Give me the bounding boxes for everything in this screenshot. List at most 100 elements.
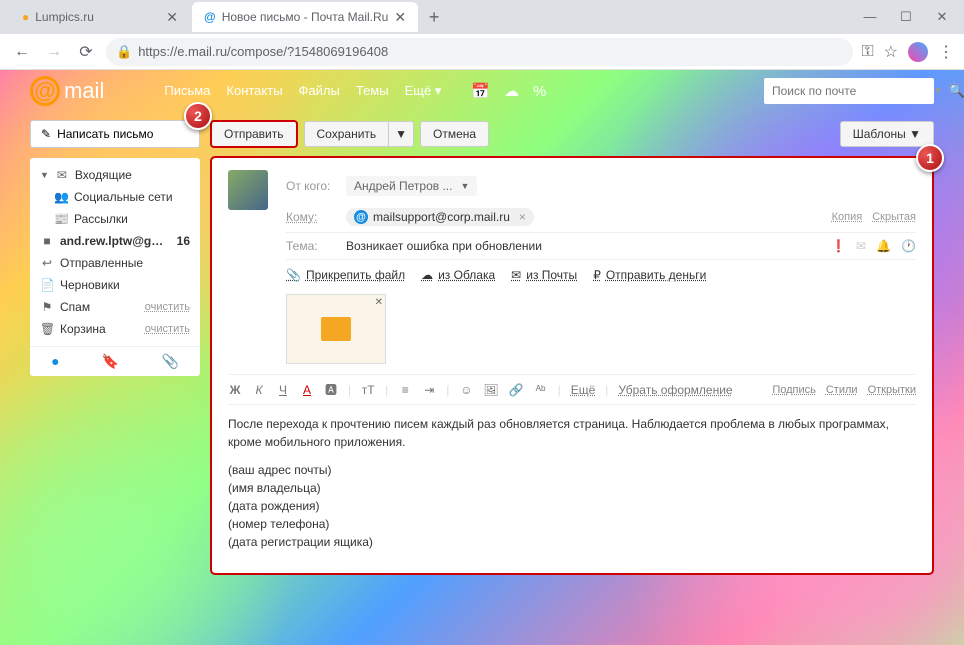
sent-icon: ↩ (40, 256, 54, 270)
folder-drafts[interactable]: 📄 Черновики (30, 274, 200, 296)
send-button[interactable]: Отправить (210, 120, 298, 148)
flagged-filter[interactable]: 🔖 (102, 353, 119, 370)
italic-button[interactable]: К (252, 383, 266, 397)
sender-avatar (228, 170, 268, 210)
calendar-icon[interactable]: 📅 (471, 82, 490, 100)
reload-button[interactable]: ⟳ (74, 40, 98, 64)
nav-contacts[interactable]: Контакты (226, 83, 282, 99)
folder-trash[interactable]: 🗑 Корзина очистить (30, 318, 200, 340)
window-minimize[interactable]: — (860, 9, 880, 25)
remove-format-button[interactable]: Убрать оформление (618, 383, 732, 397)
indent-button[interactable]: ⇥ (422, 383, 436, 397)
link-button[interactable]: 🔗 (509, 383, 524, 397)
templates-button[interactable]: Шаблоны ▼ (840, 121, 934, 147)
send-money-link[interactable]: ₽Отправить деньги (593, 268, 706, 282)
profile-avatar[interactable] (908, 42, 928, 62)
logo-text: mail (64, 78, 104, 104)
chevron-down-icon[interactable]: ▼ (933, 86, 943, 97)
folder-icon: ■ (40, 234, 54, 248)
url-input[interactable]: 🔒 https://e.mail.ru/compose/?15480691964… (106, 38, 853, 66)
attach-cloud-link[interactable]: ☁из Облака (421, 268, 495, 282)
save-button[interactable]: Сохранить (304, 121, 390, 147)
attach-file-link[interactable]: 📎Прикрепить файл (286, 268, 405, 282)
styles-link[interactable]: Стили (826, 384, 858, 396)
lock-icon: 🔒 (116, 44, 132, 60)
bcc-link[interactable]: Скрытая (872, 211, 916, 223)
window-maximize[interactable]: ☐ (896, 9, 916, 25)
close-icon[interactable]: ✕ (394, 9, 406, 26)
underline-button[interactable]: Ч (276, 383, 290, 397)
compose-button[interactable]: ✎ Написать письмо (30, 120, 200, 148)
align-button[interactable]: ≡ (398, 383, 412, 397)
reminder-icon[interactable]: 🔔 (876, 239, 891, 253)
subject-label: Тема: (286, 239, 336, 253)
emoji-button[interactable]: ☺ (459, 383, 473, 397)
folder-sent[interactable]: ↩ Отправленные (30, 252, 200, 274)
news-icon: 📰 (54, 212, 68, 226)
new-tab-button[interactable]: + (420, 3, 448, 31)
browser-tabs: ● Lumpics.ru ✕ @ Новое письмо - Почта Ma… (0, 0, 964, 34)
chevron-down-icon: ▼ (40, 170, 49, 180)
pencil-icon: ✎ (41, 127, 51, 141)
nav-more[interactable]: Ещё ▾ (405, 83, 442, 99)
more-button[interactable]: Ещё (571, 383, 596, 397)
cancel-button[interactable]: Отмена (420, 121, 489, 147)
callout-marker-2: 2 (184, 102, 212, 130)
mail-icon: ✉ (55, 168, 69, 182)
percent-icon[interactable]: % (533, 83, 546, 100)
menu-icon[interactable]: ⋮ (938, 42, 954, 62)
folder-gmail[interactable]: ■ and.rew.lptw@gmail.com 16 (30, 230, 200, 252)
search-icon[interactable]: 🔍 (949, 83, 964, 99)
nav-themes[interactable]: Темы (356, 83, 389, 99)
folder-social[interactable]: 👥 Социальные сети (30, 186, 200, 208)
receipt-icon[interactable]: ✉ (856, 239, 866, 253)
folder-spam[interactable]: ⚑ Спам очистить (30, 296, 200, 318)
from-selector[interactable]: Андрей Петров ... ▼ (346, 176, 477, 196)
clear-link[interactable]: очистить (145, 301, 190, 313)
search-input[interactable] (772, 84, 927, 98)
priority-icon[interactable]: ❗ (831, 239, 846, 253)
folder-icon (321, 317, 351, 341)
window-close[interactable]: ✕ (932, 9, 952, 25)
cloud-icon[interactable]: ☁ (504, 82, 519, 100)
search-box[interactable]: ▼ 🔍 (764, 78, 934, 104)
star-icon[interactable]: ☆ (884, 42, 898, 62)
bold-button[interactable]: Ж (228, 383, 242, 397)
folder-inbox[interactable]: ▼ ✉ Входящие (30, 164, 200, 186)
compose-panel: 1 От кого: Андрей Петров ... ▼ (210, 156, 934, 575)
cards-link[interactable]: Открытки (868, 384, 916, 396)
tab-lumpics[interactable]: ● Lumpics.ru ✕ (10, 2, 190, 32)
favicon: ● (22, 10, 29, 24)
translit-button[interactable]: ᴬᵇ (534, 383, 548, 397)
image-button[interactable]: 🖼 (483, 383, 498, 397)
nav-files[interactable]: Файлы (299, 83, 340, 99)
close-icon[interactable]: ✕ (166, 9, 178, 26)
back-button[interactable]: ← (10, 40, 34, 64)
people-icon: 👥 (54, 190, 68, 204)
forward-button[interactable]: → (42, 40, 66, 64)
color-button[interactable]: A (300, 383, 314, 397)
recipient-chip[interactable]: @ mailsupport@corp.mail.ru × (346, 208, 534, 226)
subject-input[interactable]: Возникает ошибка при обновлении (346, 239, 542, 253)
unread-filter[interactable]: ● (51, 353, 59, 370)
schedule-icon[interactable]: 🕐 (901, 239, 916, 253)
message-body[interactable]: После перехода к прочтению писем каждый … (228, 405, 916, 561)
nav-letters[interactable]: Письма (164, 83, 210, 99)
bgcolor-button[interactable]: 🅰 (324, 381, 338, 398)
attach-mail-link[interactable]: ✉из Почты (511, 268, 577, 282)
signature-link[interactable]: Подпись (772, 384, 816, 396)
cc-link[interactable]: Копия (832, 211, 863, 223)
mail-logo[interactable]: @ mail (30, 76, 104, 106)
clear-link[interactable]: очистить (145, 323, 190, 335)
tab-mailru[interactable]: @ Новое письмо - Почта Mail.Ru ✕ (192, 2, 418, 32)
attachment-filter[interactable]: 📎 (161, 353, 178, 370)
remove-chip-icon[interactable]: × (519, 210, 526, 224)
save-dropdown[interactable]: ▼ (389, 121, 414, 147)
at-icon: @ (354, 210, 368, 224)
spam-icon: ⚑ (40, 300, 54, 314)
folder-newsletters[interactable]: 📰 Рассылки (30, 208, 200, 230)
fontsize-button[interactable]: тT (361, 383, 375, 397)
mail-icon: ✉ (511, 268, 521, 282)
key-icon[interactable]: ⚿ (861, 43, 873, 61)
attachment-thumbnail[interactable] (286, 294, 386, 364)
